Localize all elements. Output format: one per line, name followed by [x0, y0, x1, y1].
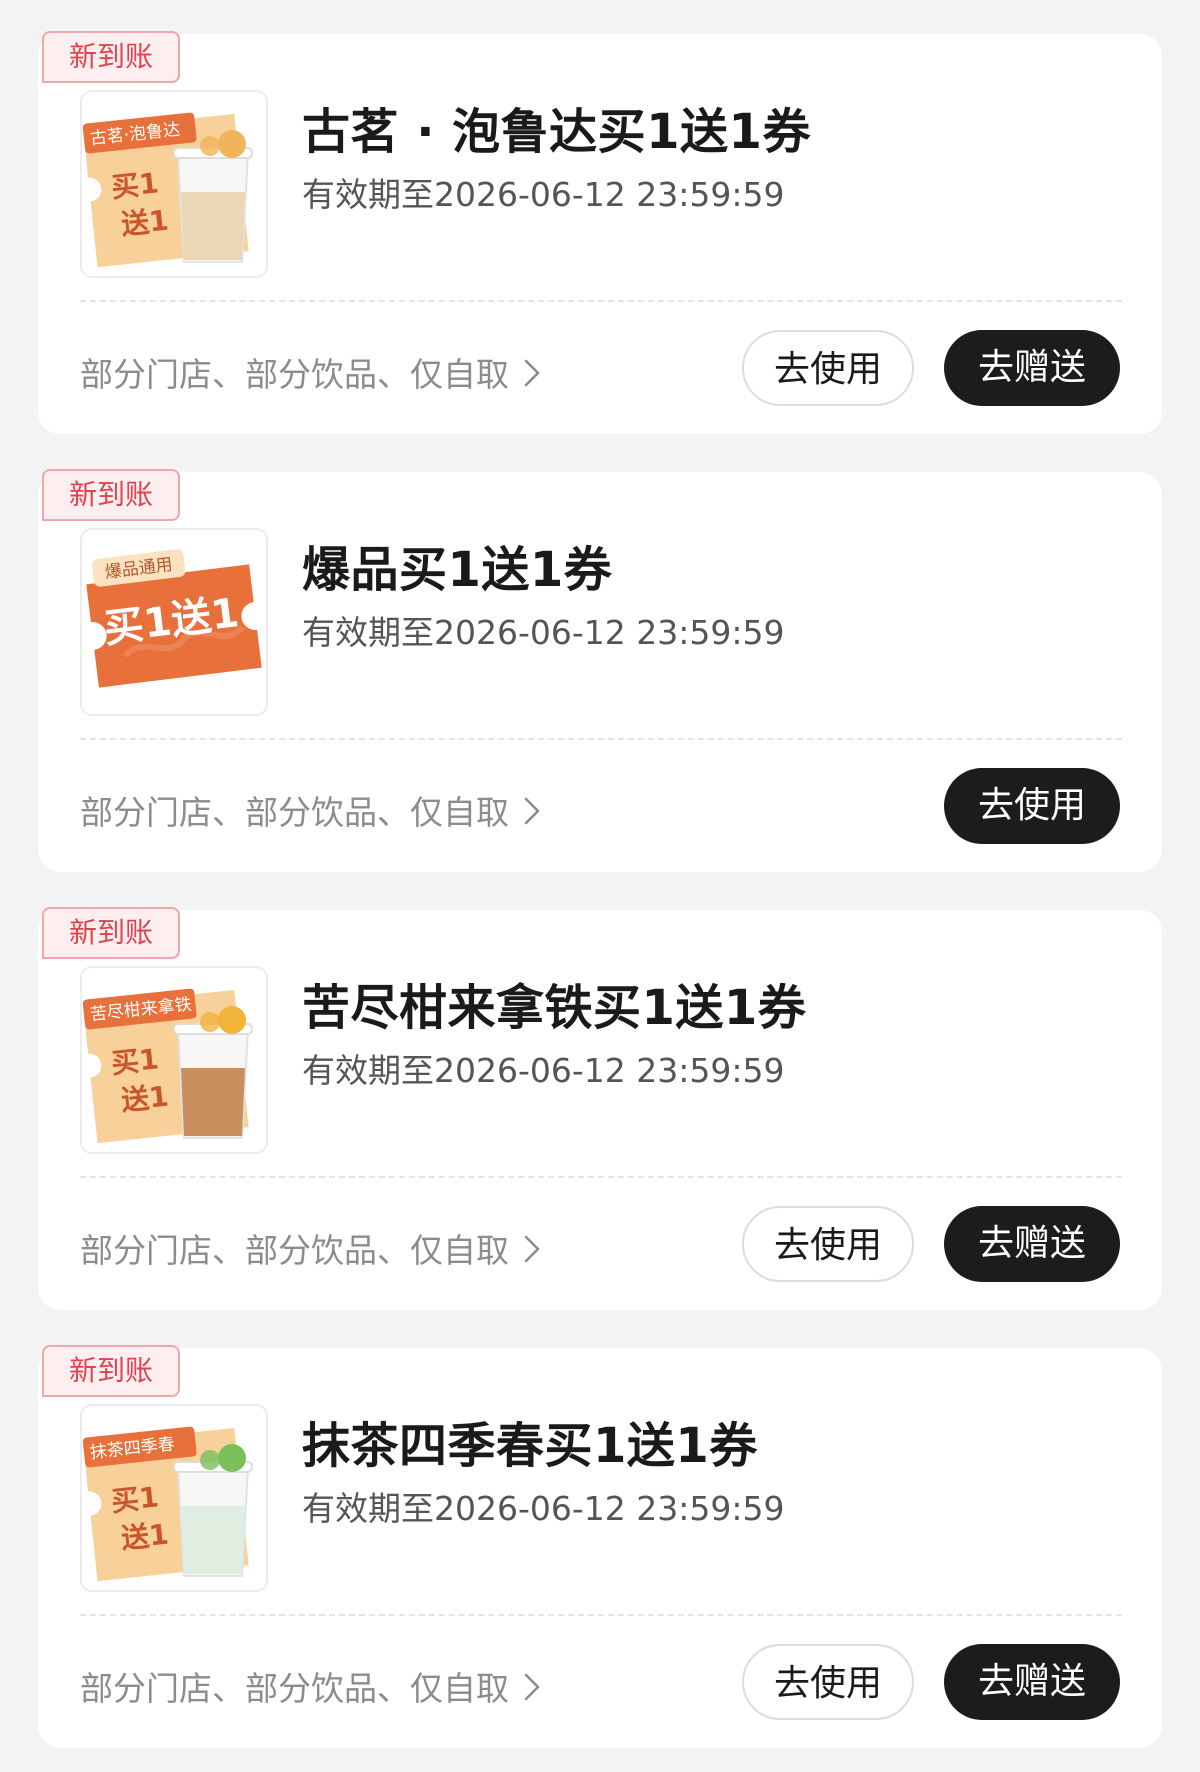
coupon-title: 抹茶四季春买1送1券	[302, 1418, 758, 1474]
use-coupon-button[interactable]: 去使用	[742, 330, 914, 406]
new-arrival-badge: 新到账	[42, 31, 180, 83]
drink-cup-image	[173, 130, 253, 263]
coupon-title: 苦尽柑来拿铁买1送1券	[302, 980, 807, 1036]
thumb-line1-text: 买1	[110, 1042, 161, 1080]
new-arrival-badge: 新到账	[42, 1345, 180, 1397]
coupon-card[interactable]: 新到账抹茶四季春 买1 送1 抹茶四季春买1送1券有效期至2026-06-12 23:…	[38, 1345, 1162, 1748]
usage-conditions-link[interactable]: 部分门店、部分饮品、仅自取	[80, 786, 541, 834]
usage-conditions-text: 部分门店、部分饮品、仅自取	[80, 1669, 509, 1708]
usage-conditions-text: 部分门店、部分饮品、仅自取	[80, 1231, 509, 1270]
coupon-thumbnail: 抹茶四季春 买1 送1	[80, 1404, 268, 1592]
thumb-line2-text: 送1	[119, 1080, 170, 1118]
chevron-right-icon	[523, 1671, 541, 1710]
drink-cup-image	[173, 1444, 253, 1577]
chevron-right-icon	[523, 795, 541, 834]
new-arrival-badge: 新到账	[42, 907, 180, 959]
coupon-card[interactable]: 新到账古茗·泡鲁达 买1 送1 古茗 · 泡鲁达买1送1券有效期至2026-06-12…	[38, 31, 1162, 434]
usage-conditions-text: 部分门店、部分饮品、仅自取	[80, 355, 509, 394]
new-arrival-badge: 新到账	[42, 469, 180, 521]
coupon-expiry: 有效期至2026-06-12 23:59:59	[302, 613, 785, 652]
coupon-title: 古茗 · 泡鲁达买1送1券	[302, 104, 811, 160]
thumb-line1-text: 买1	[110, 1480, 161, 1518]
usage-conditions-link[interactable]: 部分门店、部分饮品、仅自取	[80, 1662, 541, 1710]
thumb-line2-text: 送1	[119, 204, 170, 242]
dashed-divider	[80, 300, 1122, 302]
gift-coupon-button[interactable]: 去赠送	[944, 330, 1120, 406]
dashed-divider	[80, 1176, 1122, 1178]
coupon-thumbnail: 爆品通用 买1送1	[80, 528, 268, 716]
dashed-divider	[80, 1614, 1122, 1616]
chevron-right-icon	[523, 1233, 541, 1272]
drink-cup-image	[173, 1006, 253, 1139]
coupon-thumbnail: 苦尽柑来拿铁 买1 送1	[80, 966, 268, 1154]
thumb-line1-text: 买1	[110, 166, 161, 204]
coupon-card[interactable]: 新到账苦尽柑来拿铁 买1 送1 苦尽柑来拿铁买1送1券有效期至2026-06-12 2…	[38, 907, 1162, 1310]
thumb-line2-text: 送1	[119, 1518, 170, 1556]
use-coupon-button[interactable]: 去使用	[742, 1644, 914, 1720]
gift-coupon-button[interactable]: 去赠送	[944, 1644, 1120, 1720]
coupon-expiry: 有效期至2026-06-12 23:59:59	[302, 175, 785, 214]
chevron-right-icon	[523, 357, 541, 396]
gift-coupon-button[interactable]: 去赠送	[944, 1206, 1120, 1282]
usage-conditions-text: 部分门店、部分饮品、仅自取	[80, 793, 509, 832]
usage-conditions-link[interactable]: 部分门店、部分饮品、仅自取	[80, 348, 541, 396]
coupon-expiry: 有效期至2026-06-12 23:59:59	[302, 1489, 785, 1528]
coupon-thumbnail: 古茗·泡鲁达 买1 送1	[80, 90, 268, 278]
dashed-divider	[80, 738, 1122, 740]
coupon-card[interactable]: 新到账爆品通用 买1送1 爆品买1送1券有效期至2026-06-12 23:59:5…	[38, 469, 1162, 872]
use-coupon-button[interactable]: 去使用	[944, 768, 1120, 844]
coupon-expiry: 有效期至2026-06-12 23:59:59	[302, 1051, 785, 1090]
coupon-title: 爆品买1送1券	[302, 542, 613, 598]
use-coupon-button[interactable]: 去使用	[742, 1206, 914, 1282]
usage-conditions-link[interactable]: 部分门店、部分饮品、仅自取	[80, 1224, 541, 1272]
